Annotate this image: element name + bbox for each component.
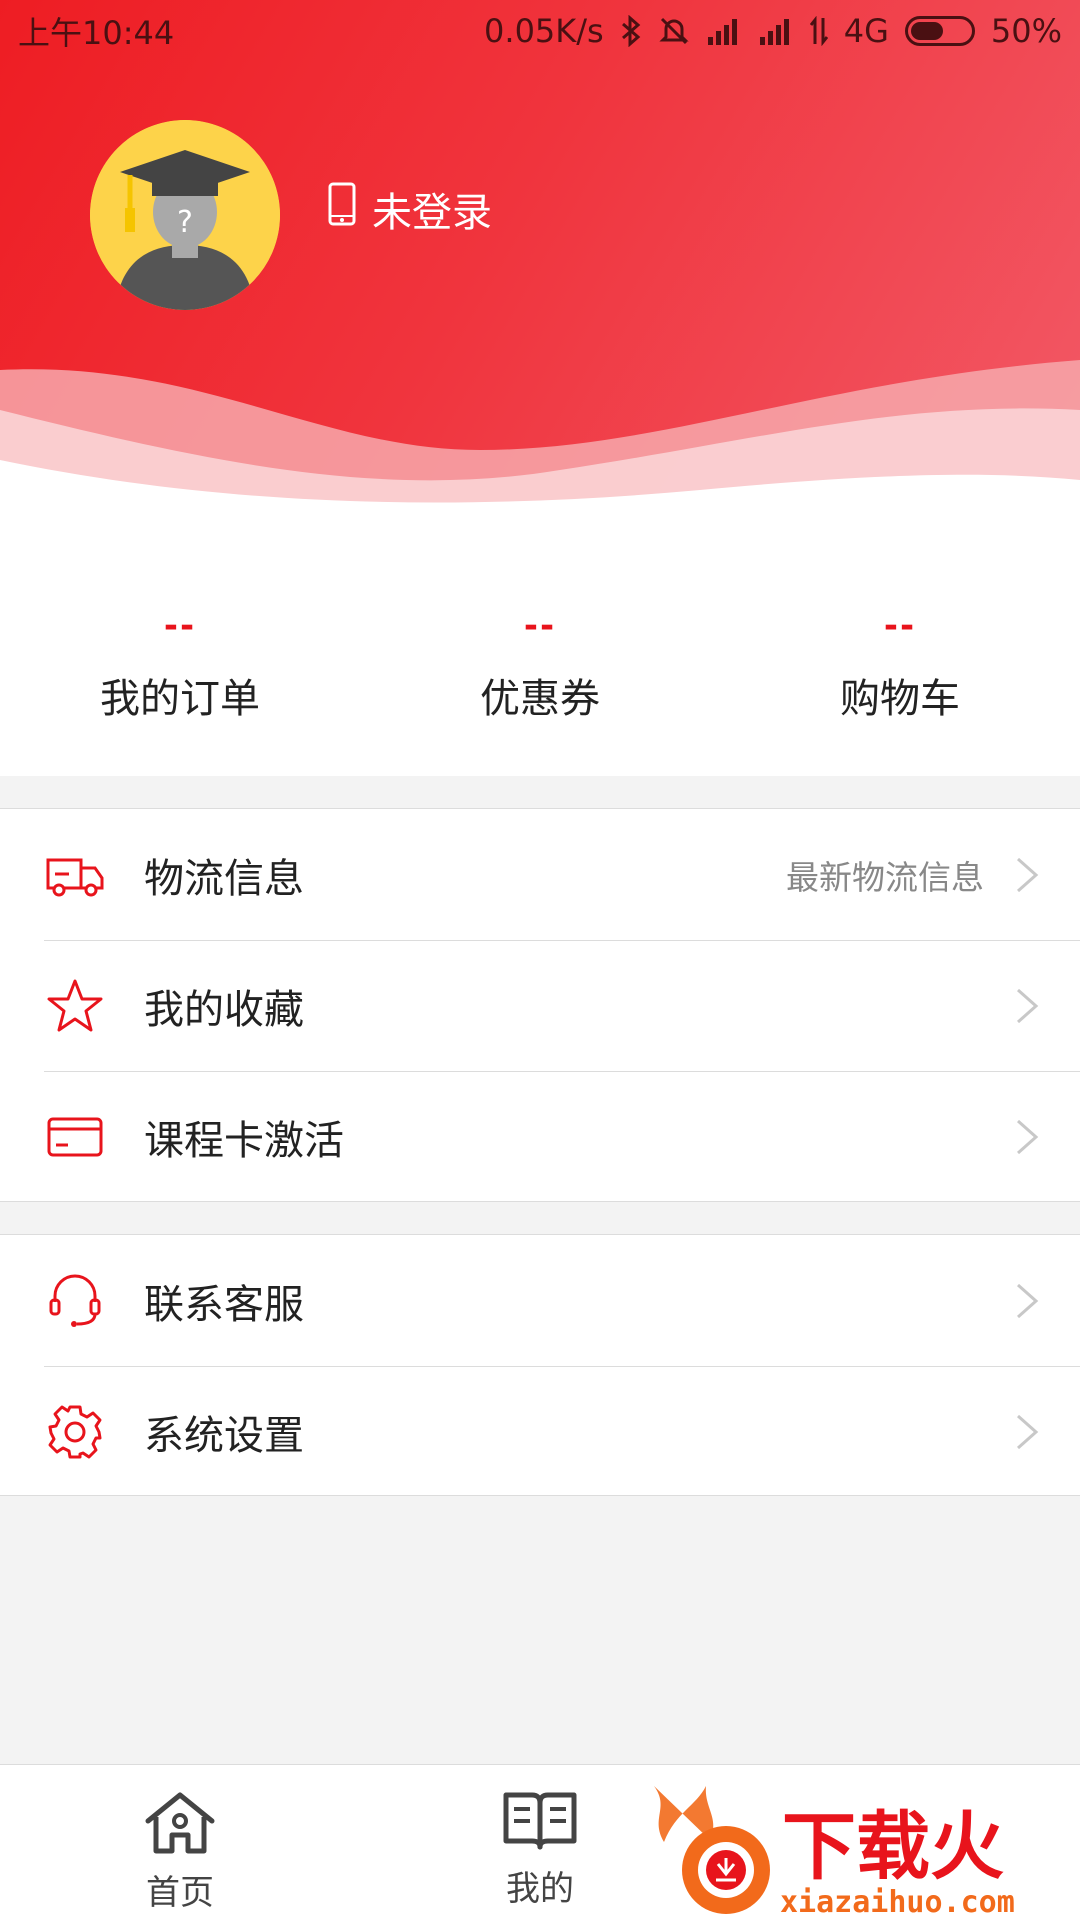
stat-value: -- bbox=[883, 606, 917, 646]
menu-label: 联系客服 bbox=[144, 1281, 304, 1328]
stat-value: -- bbox=[523, 606, 557, 646]
bluetooth-icon bbox=[620, 15, 642, 47]
truck-icon bbox=[42, 842, 108, 908]
headset-icon bbox=[42, 1268, 108, 1334]
avatar[interactable]: ? bbox=[90, 120, 280, 310]
menu-label: 我的收藏 bbox=[144, 986, 304, 1033]
stat-label: 购物车 bbox=[840, 676, 960, 722]
status-time: 上午10:44 bbox=[18, 14, 175, 52]
chevron-right-icon bbox=[1017, 857, 1039, 892]
home-icon bbox=[145, 1792, 215, 1854]
stat-coupons[interactable]: -- 优惠券 bbox=[360, 540, 720, 776]
svg-text:?: ? bbox=[177, 205, 193, 240]
stat-label: 我的订单 bbox=[100, 676, 260, 722]
login-text: 未登录 bbox=[372, 190, 492, 236]
chevron-right-icon bbox=[1017, 988, 1039, 1023]
chevron-right-icon bbox=[1017, 1283, 1039, 1318]
mute-bell-icon bbox=[658, 15, 690, 47]
battery-icon bbox=[904, 16, 975, 46]
header-wave-decoration bbox=[0, 360, 1080, 540]
menu-item-logistics[interactable]: 物流信息 最新物流信息 bbox=[0, 809, 1080, 940]
watermark-logo: 下载火 xiazaihuo.com bbox=[654, 1786, 1015, 1920]
menu-item-favorites[interactable]: 我的收藏 bbox=[0, 940, 1080, 1071]
menu-group-support: 联系客服 系统设置 bbox=[0, 1234, 1080, 1496]
signal-icon-2 bbox=[758, 17, 794, 45]
book-icon bbox=[503, 1792, 577, 1850]
chevron-right-icon bbox=[1017, 1119, 1039, 1154]
menu-group-services: 物流信息 最新物流信息 我的收藏 课程卡激活 bbox=[0, 808, 1080, 1202]
signal-icon-1 bbox=[706, 17, 742, 45]
nav-mine-label: 我的 bbox=[506, 1869, 574, 1909]
chevron-right-icon bbox=[1017, 1414, 1039, 1449]
network-speed: 0.05K/s bbox=[484, 12, 604, 50]
menu-label: 系统设置 bbox=[144, 1412, 304, 1459]
stat-value: -- bbox=[163, 606, 197, 646]
card-icon bbox=[42, 1104, 108, 1170]
menu-hint: 最新物流信息 bbox=[786, 857, 984, 897]
stat-label: 优惠券 bbox=[480, 676, 600, 722]
stats-bar: -- 我的订单 -- 优惠券 -- 购物车 bbox=[0, 540, 1080, 776]
login-status[interactable]: 未登录 bbox=[328, 180, 492, 238]
menu-item-settings[interactable]: 系统设置 bbox=[0, 1366, 1080, 1497]
phone-icon bbox=[328, 182, 356, 236]
menu-label: 物流信息 bbox=[144, 855, 304, 902]
gear-icon bbox=[42, 1399, 108, 1465]
nav-home[interactable]: 首页 bbox=[0, 1765, 360, 1920]
menu-item-course-card[interactable]: 课程卡激活 bbox=[0, 1071, 1080, 1202]
star-icon bbox=[42, 973, 108, 1039]
stat-orders[interactable]: -- 我的订单 bbox=[0, 540, 360, 776]
graduate-avatar-icon: ? bbox=[90, 120, 280, 310]
profile-header: 上午10:44 0.05K/s 4G 50% ? 未登录 bbox=[0, 0, 1080, 540]
stat-cart[interactable]: -- 购物车 bbox=[720, 540, 1080, 776]
data-arrows-icon bbox=[809, 16, 828, 46]
menu-item-customer-service[interactable]: 联系客服 bbox=[0, 1235, 1080, 1366]
battery-level: 50% bbox=[990, 12, 1062, 50]
nav-home-label: 首页 bbox=[146, 1873, 214, 1913]
watermark-brand: 下载火 bbox=[782, 1804, 1004, 1890]
menu-label: 课程卡激活 bbox=[144, 1117, 344, 1164]
network-type: 4G bbox=[843, 12, 889, 50]
watermark-url: xiazaihuo.com bbox=[780, 1885, 1015, 1920]
status-bar: 上午10:44 0.05K/s 4G 50% bbox=[0, 0, 1080, 62]
